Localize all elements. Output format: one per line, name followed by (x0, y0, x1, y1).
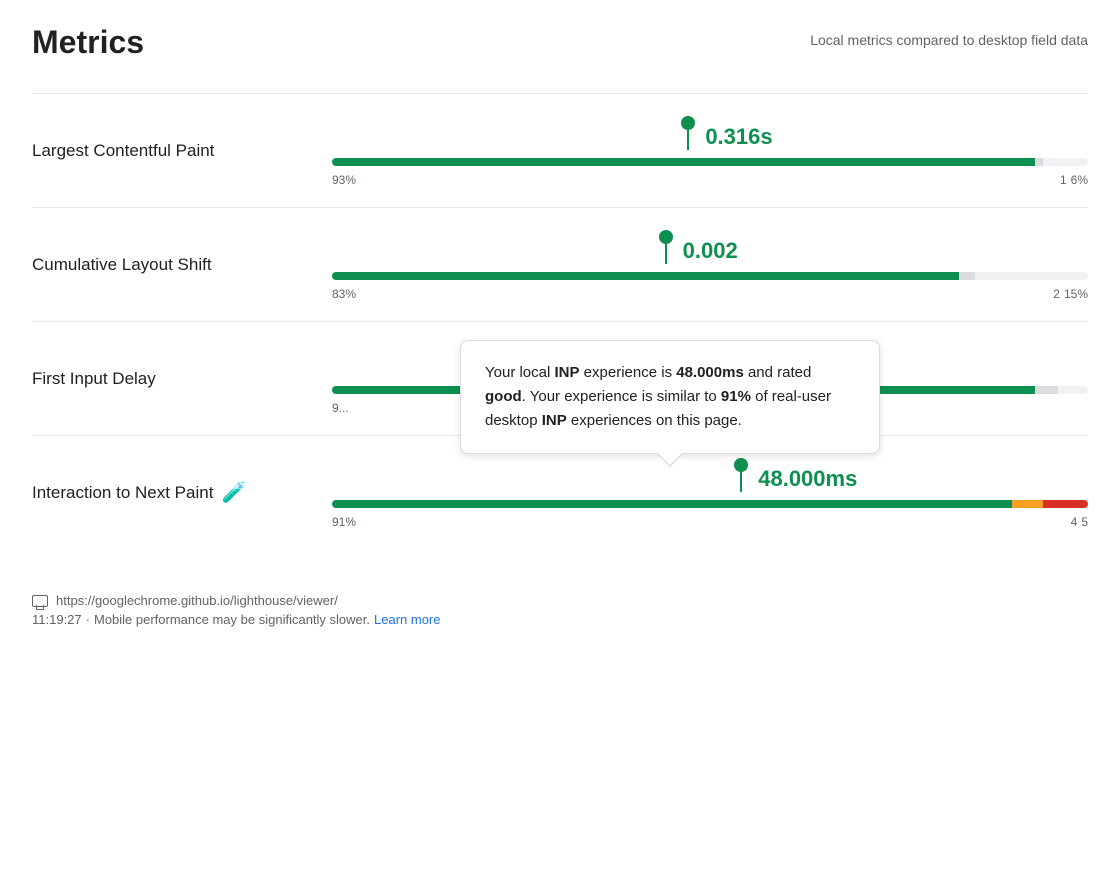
metric-value-row-inp: 48.000ms (332, 456, 1088, 492)
metric-label-fid: First Input Delay (32, 369, 332, 389)
lcp-label-right: 6% (1071, 173, 1088, 187)
metric-chart-cls: 0.002 83% 2 15% (332, 228, 1088, 301)
metric-label-inp: Interaction to Next Paint 🧪 (32, 480, 332, 505)
inp-label-right: 5 (1081, 515, 1088, 529)
fid-bar-poor (1058, 386, 1088, 394)
cls-label-mid: 2 (1053, 287, 1060, 301)
metric-label-lcp: Largest Contentful Paint (32, 141, 332, 161)
inp-label-left: 91% (332, 515, 356, 529)
inp-tooltip: Your local INP experience is 48.000ms an… (460, 340, 880, 454)
inp-line (740, 472, 742, 492)
cls-line (665, 244, 667, 264)
lcp-bar-poor (1043, 158, 1088, 166)
fid-label-left: 9... (332, 401, 349, 415)
tooltip-text: Your local INP experience is 48.000ms an… (485, 361, 855, 433)
metrics-footer: https://googlechrome.github.io/lighthous… (32, 581, 1088, 627)
metric-label-cls: Cumulative Layout Shift (32, 255, 332, 275)
inp-bar (332, 500, 1088, 508)
metric-chart-inp: 48.000ms 91% 4 5 (332, 456, 1088, 529)
lcp-dot-indicator (687, 116, 689, 150)
footer-timestamp: 11:19:27 (32, 612, 82, 627)
lcp-label-left: 93% (332, 173, 356, 187)
inp-value: 48.000ms (758, 466, 857, 492)
cls-label-left: 83% (332, 287, 356, 301)
lcp-label-mid: 1 (1060, 173, 1067, 187)
cls-bar-labels: 83% 2 15% (332, 287, 1088, 301)
lcp-bar (332, 158, 1088, 166)
lcp-dot (681, 116, 695, 130)
cls-value: 0.002 (683, 238, 738, 264)
inp-bar-poor (1043, 500, 1088, 508)
page-title: Metrics (32, 24, 144, 61)
inp-bar-labels: 91% 4 5 (332, 515, 1088, 529)
cls-bar (332, 272, 1088, 280)
fid-bar-mid (1035, 386, 1058, 394)
footer-url: https://googlechrome.github.io/lighthous… (56, 593, 338, 608)
cls-bar-poor (975, 272, 1088, 280)
metric-row-lcp: Largest Contentful Paint 0.316s 93% 1 6% (32, 93, 1088, 207)
inp-dot-indicator (740, 458, 742, 492)
lab-beaker-icon: 🧪 (221, 480, 246, 505)
cls-dot (659, 230, 673, 244)
metrics-header: Metrics Local metrics compared to deskto… (32, 24, 1088, 61)
metric-value-row-lcp: 0.316s (332, 114, 1088, 150)
inp-dot (734, 458, 748, 472)
metric-value-row-cls: 0.002 (332, 228, 1088, 264)
cls-label-right: 15% (1064, 287, 1088, 301)
footer-dot: · (86, 612, 90, 627)
lcp-bar-mid (1035, 158, 1043, 166)
cls-dot-indicator (665, 230, 667, 264)
monitor-icon (32, 595, 48, 607)
lcp-bar-good (332, 158, 1035, 166)
inp-label-mid: 4 (1071, 515, 1078, 529)
footer-info-row: 11:19:27 · Mobile performance may be sig… (32, 612, 1088, 627)
lcp-bar-labels: 93% 1 6% (332, 173, 1088, 187)
footer-warning: Mobile performance may be significantly … (94, 612, 370, 627)
cls-bar-mid (959, 272, 974, 280)
header-subtitle: Local metrics compared to desktop field … (810, 24, 1088, 48)
lcp-line (687, 130, 689, 150)
cls-bar-good (332, 272, 959, 280)
metric-chart-lcp: 0.316s 93% 1 6% (332, 114, 1088, 187)
metrics-page: Metrics Local metrics compared to deskto… (0, 0, 1120, 659)
lcp-value: 0.316s (705, 124, 772, 150)
inp-bar-good (332, 500, 1012, 508)
metric-row-cls: Cumulative Layout Shift 0.002 83% 2 15% (32, 207, 1088, 321)
inp-bar-needs-improvement (1012, 500, 1042, 508)
footer-learn-more-link[interactable]: Learn more (374, 612, 440, 627)
footer-url-row: https://googlechrome.github.io/lighthous… (32, 593, 1088, 608)
